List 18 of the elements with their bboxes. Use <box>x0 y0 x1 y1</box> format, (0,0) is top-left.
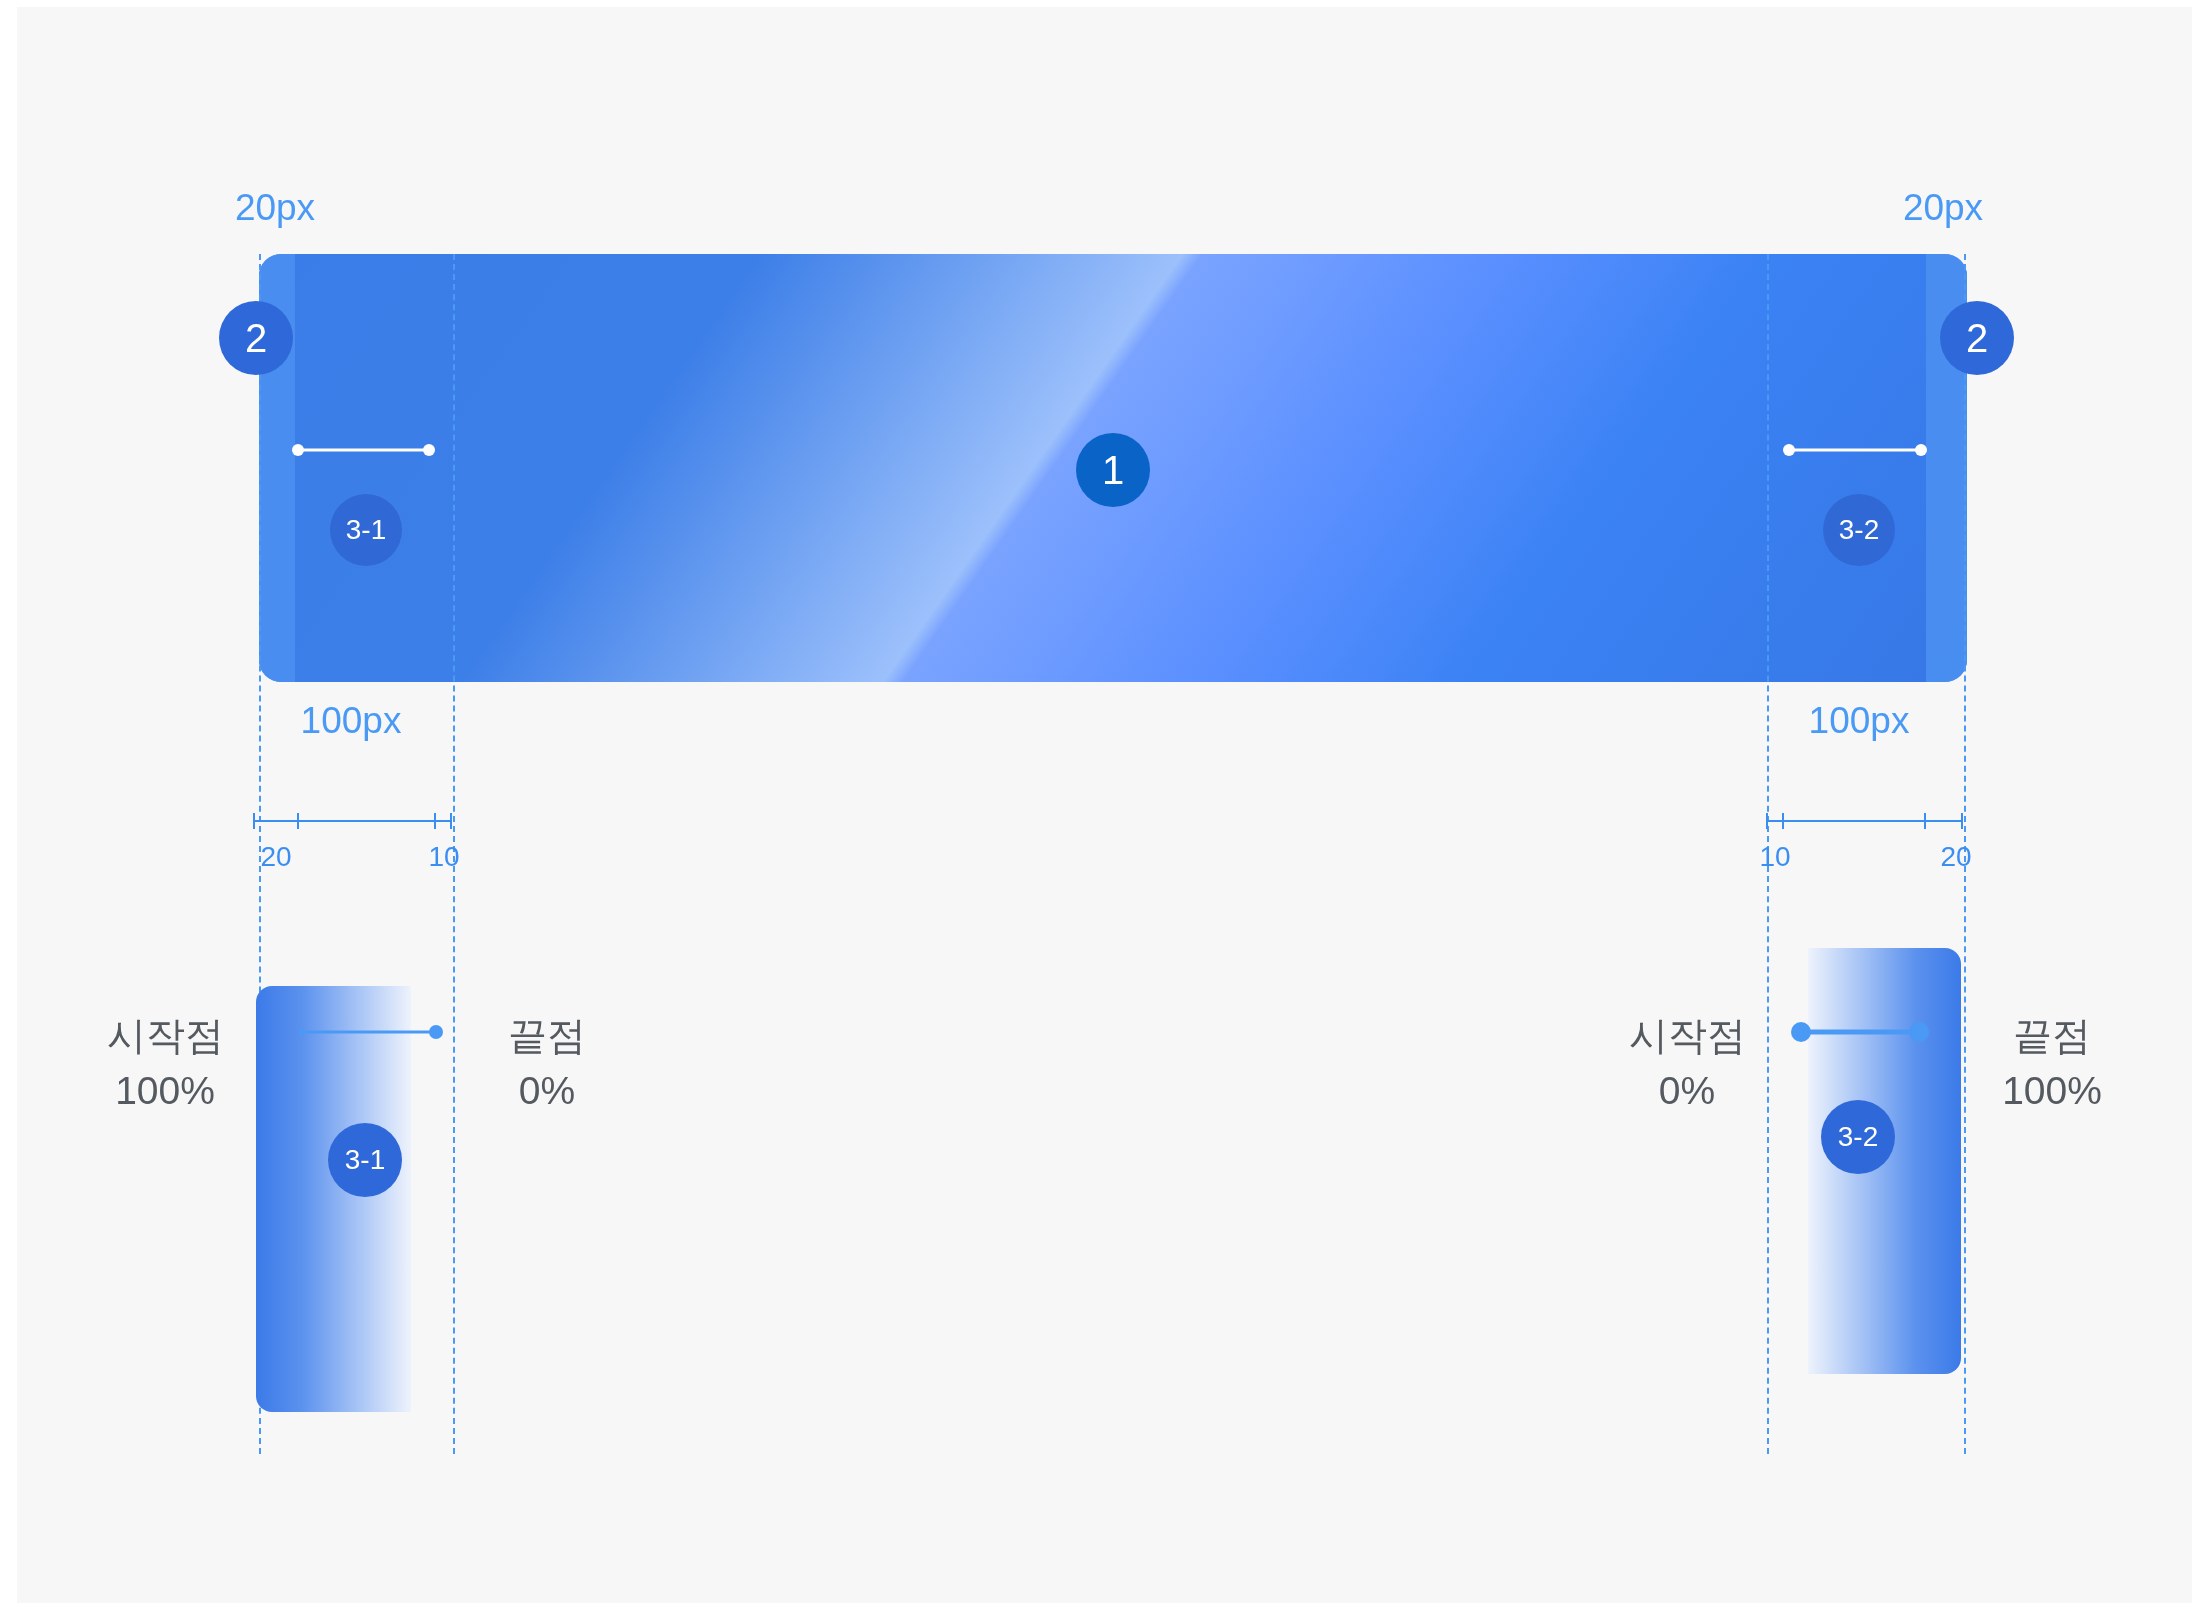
point-value: 100% <box>2002 1069 2102 1113</box>
point-value: 0% <box>518 1069 576 1113</box>
point-value: 100% <box>115 1069 215 1113</box>
number-badge: 2 <box>219 301 293 375</box>
width-label: 100px <box>300 700 402 742</box>
ruler-label: 10 <box>428 841 460 873</box>
width-label: 20px <box>1902 187 1984 229</box>
ruler-label: 20 <box>1940 841 1972 873</box>
point-value: 0% <box>1658 1069 1716 1113</box>
ruler-label: 20 <box>260 841 292 873</box>
point-label: 끝점 <box>2013 1013 2091 1059</box>
point-label: 시작점 <box>1628 1013 1746 1059</box>
width-label: 20px <box>234 187 316 229</box>
ruler-label: 10 <box>1759 841 1791 873</box>
number-badge: 2 <box>1940 301 2014 375</box>
width-label: 100px <box>1808 700 1910 742</box>
point-label: 시작점 <box>106 1013 224 1059</box>
point-label: 끝점 <box>508 1013 586 1059</box>
